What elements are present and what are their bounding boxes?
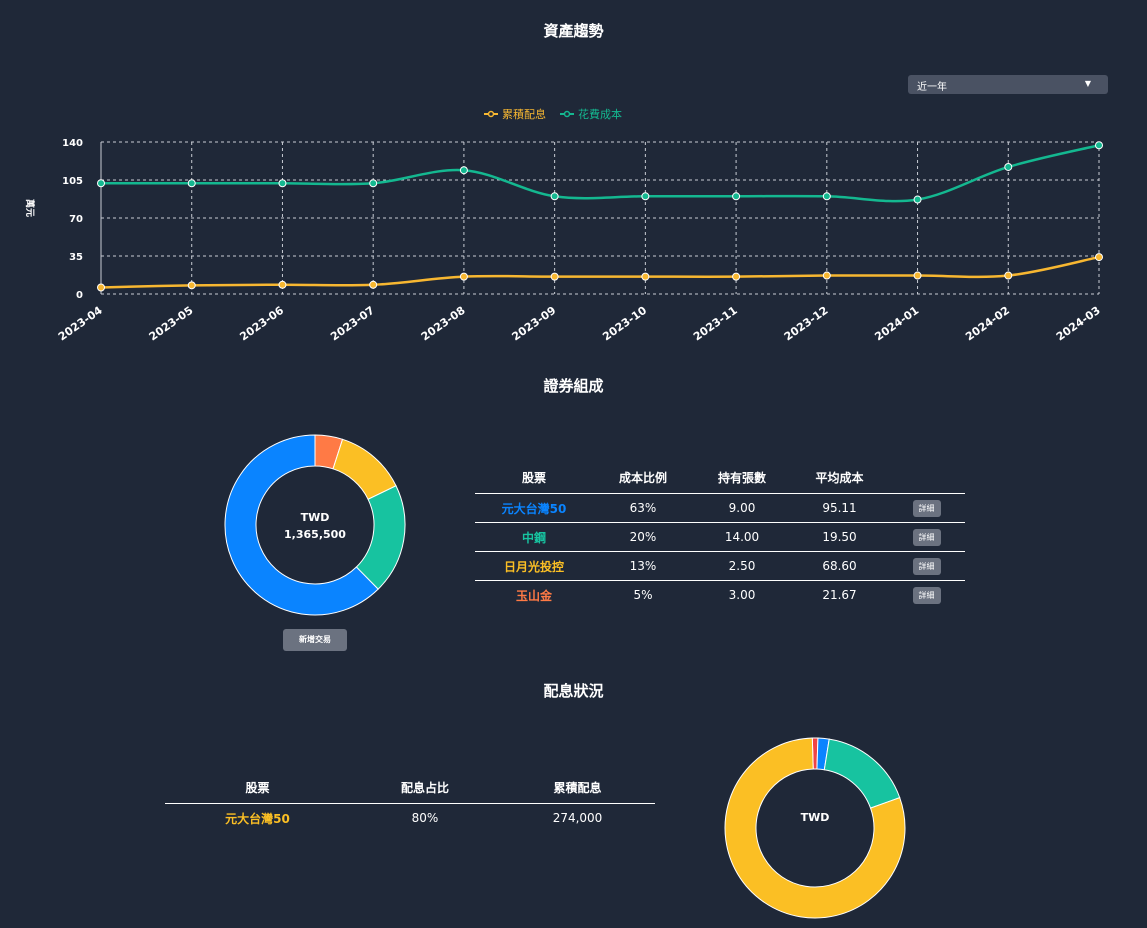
holding-shares: 2.50 [693,551,791,581]
header-avg-cost: 平均成本 [791,462,888,494]
series-point-0 [187,281,196,290]
dividend-donut-chart [724,737,906,919]
y-axis-label: 萬元 [24,199,36,217]
holding-avg-cost: 21.67 [791,580,888,609]
holding-name: 玉山金 [475,580,593,609]
header-shares: 持有張數 [693,462,791,494]
holdings-table: 股票 成本比例 持有張數 平均成本 元大台灣50 63% 9.00 95.11 詳細 中鋼… [475,462,965,609]
series-point-1 [459,166,468,175]
composition-title: 證券組成 [543,377,604,395]
detail-button[interactable]: 詳細 [912,586,941,604]
holdings-header-row: 股票 成本比例 持有張數 平均成本 [475,462,965,494]
x-tick-label: 2023-09 [510,304,559,344]
series-point-1 [187,179,196,188]
series-point-1 [97,179,105,188]
series-point-0 [550,272,559,281]
detail-button[interactable]: 詳細 [912,528,941,546]
x-tick-label: 2023-12 [782,304,831,344]
legend-item-0[interactable]: 累積配息 [484,107,546,121]
series-line-1 [100,144,1100,203]
dividend-slice-2 [823,738,901,809]
series-point-0 [913,271,922,280]
series-point-1 [732,192,741,201]
holding-action: 詳細 [888,580,965,609]
holding-shares: 3.00 [693,580,791,609]
series-point-0 [97,283,105,292]
holding-action: 詳細 [888,493,965,523]
holding-name: 中鋼 [475,522,593,552]
holding-avg-cost: 68.60 [791,551,888,581]
holding-row: 玉山金 5% 3.00 21.67 詳細 [475,580,965,609]
header-dividend-ratio: 配息占比 [350,772,500,804]
y-tick-label: 140 [62,138,83,149]
holding-avg-cost: 95.11 [791,493,888,523]
series-point-1 [641,192,650,201]
series-point-0 [369,280,378,289]
series-point-1 [1004,162,1013,171]
series-point-0 [732,272,741,281]
holding-name: 元大台灣50 [475,493,593,523]
series-point-1 [822,192,831,201]
header-stock: 股票 [165,772,350,804]
series-point-1 [1095,141,1103,150]
series-point-0 [278,280,287,289]
y-tick-label: 35 [69,252,83,263]
detail-button[interactable]: 詳細 [912,499,941,517]
x-tick-label: 2023-08 [419,304,468,344]
holding-shares: 14.00 [693,522,791,552]
header-accumulated-dividend: 累積配息 [500,772,655,804]
detail-button[interactable]: 詳細 [912,557,941,575]
add-transaction-button[interactable]: 新增交易 [283,629,347,651]
holding-cost-ratio: 13% [593,551,693,581]
header-action [888,462,965,494]
series-point-0 [1004,271,1013,280]
holding-cost-ratio: 20% [593,522,693,552]
holding-row: 中鋼 20% 14.00 19.50 詳細 [475,522,965,552]
y-tick-label: 105 [62,176,83,187]
donut-currency: TWD [300,511,330,524]
x-tick-label: 2023-07 [328,304,377,344]
x-tick-label: 2023-04 [56,304,105,344]
header-stock: 股票 [475,462,593,494]
holding-cost-ratio: 5% [593,580,693,609]
legend-label: 累積配息 [502,107,546,121]
holding-action: 詳細 [888,551,965,581]
dividend-table: 股票 配息占比 累積配息 元大台灣50 80% 274,000 [165,772,655,832]
legend-item-1[interactable]: 花費成本 [560,107,622,121]
y-tick-label: 0 [76,290,83,301]
holding-name: 日月光投控 [475,551,593,581]
legend-label: 花費成本 [578,107,622,121]
series-point-1 [550,192,559,201]
series-point-1 [369,179,378,188]
series-point-0 [822,271,831,280]
holding-row: 日月光投控 13% 2.50 68.60 詳細 [475,551,965,581]
holding-cost-ratio: 63% [593,493,693,523]
series-point-0 [459,272,468,281]
donut-total: 1,365,500 [284,528,346,541]
header-cost-ratio: 成本比例 [593,462,693,494]
holding-shares: 9.00 [693,493,791,523]
series-point-0 [1095,253,1103,262]
x-tick-label: 2023-06 [237,304,286,344]
x-tick-label: 2023-11 [691,304,740,344]
holding-row: 元大台灣50 63% 9.00 95.11 詳細 [475,493,965,523]
trend-line-chart: 0 35 70 105 140 2023-04 2023-05 2023-06 2023-07 2… [24,107,1103,344]
x-tick-label: 2024-01 [872,304,921,344]
dividend-header-row: 股票 配息占比 累積配息 [165,772,655,804]
x-tick-label: 2024-02 [963,304,1012,344]
x-tick-label: 2023-05 [147,304,196,344]
series-line-0 [100,255,1100,289]
dividend-title: 配息狀況 [543,682,604,700]
y-tick-label: 70 [69,214,83,225]
x-tick-label: 2023-10 [600,304,649,344]
holding-action: 詳細 [888,522,965,552]
series-point-1 [913,195,922,204]
x-tick-label: 2024-03 [1054,304,1103,344]
series-point-1 [278,179,287,188]
series-point-0 [641,272,650,281]
holding-avg-cost: 19.50 [791,522,888,552]
